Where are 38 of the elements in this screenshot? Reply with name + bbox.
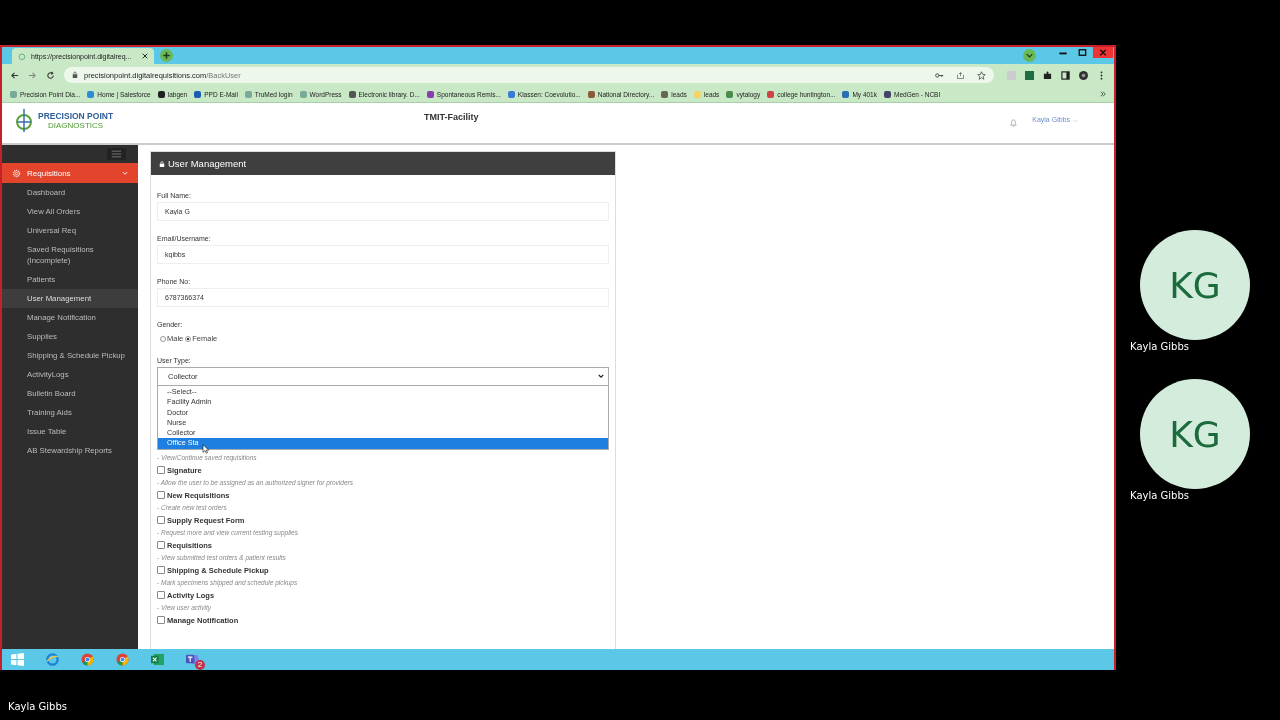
section-header[interactable]: Requisitions — [2, 163, 138, 183]
new-tab-icon[interactable] — [160, 49, 173, 62]
forward-icon[interactable] — [28, 70, 37, 80]
share-icon[interactable] — [956, 70, 965, 80]
section-title: Requisitions — [27, 168, 71, 178]
logo-subtitle: DIAGNOSTICS — [48, 120, 104, 130]
chevron-down-icon[interactable] — [1023, 49, 1036, 62]
gear-icon — [12, 168, 21, 178]
participant-name: Kayla Gibbs — [1130, 341, 1190, 352]
browser-icon[interactable] — [46, 653, 59, 666]
reload-icon[interactable] — [46, 70, 55, 80]
close-icon[interactable] — [142, 53, 148, 59]
spreadsheet-icon[interactable] — [151, 653, 164, 666]
panel-title: User Management — [168, 158, 247, 169]
chrome-icon[interactable] — [81, 653, 94, 666]
profile-avatar-icon[interactable] — [1079, 70, 1088, 80]
facility-title: TMIT-Facility — [424, 112, 479, 122]
star-icon[interactable] — [977, 70, 986, 80]
key-icon[interactable] — [935, 70, 944, 80]
participant-avatar: KG — [1140, 379, 1250, 489]
participant-avatar: KG — [1140, 230, 1250, 340]
logo-title: PRECISION POINT — [38, 110, 114, 121]
side-panel-icon[interactable] — [1061, 70, 1070, 80]
chevron-down-icon — [598, 374, 604, 379]
participant-name: Kayla Gibbs — [1130, 490, 1190, 501]
chat-app-icon[interactable] — [186, 653, 199, 666]
close-icon[interactable] — [1092, 47, 1114, 58]
notification-badge: 2 — [195, 660, 205, 670]
puzzle-icon[interactable] — [1043, 70, 1052, 80]
lock-icon — [159, 160, 165, 167]
windows-start-icon[interactable] — [11, 653, 24, 666]
presenter-name: Kayla Gibbs — [8, 701, 67, 712]
chrome-icon[interactable] — [116, 653, 129, 666]
back-icon[interactable] — [10, 70, 19, 80]
more-bookmarks-icon[interactable] — [1100, 91, 1106, 97]
logo-icon — [14, 107, 34, 133]
mouse-cursor-icon — [202, 443, 209, 454]
lock-icon — [72, 71, 78, 79]
